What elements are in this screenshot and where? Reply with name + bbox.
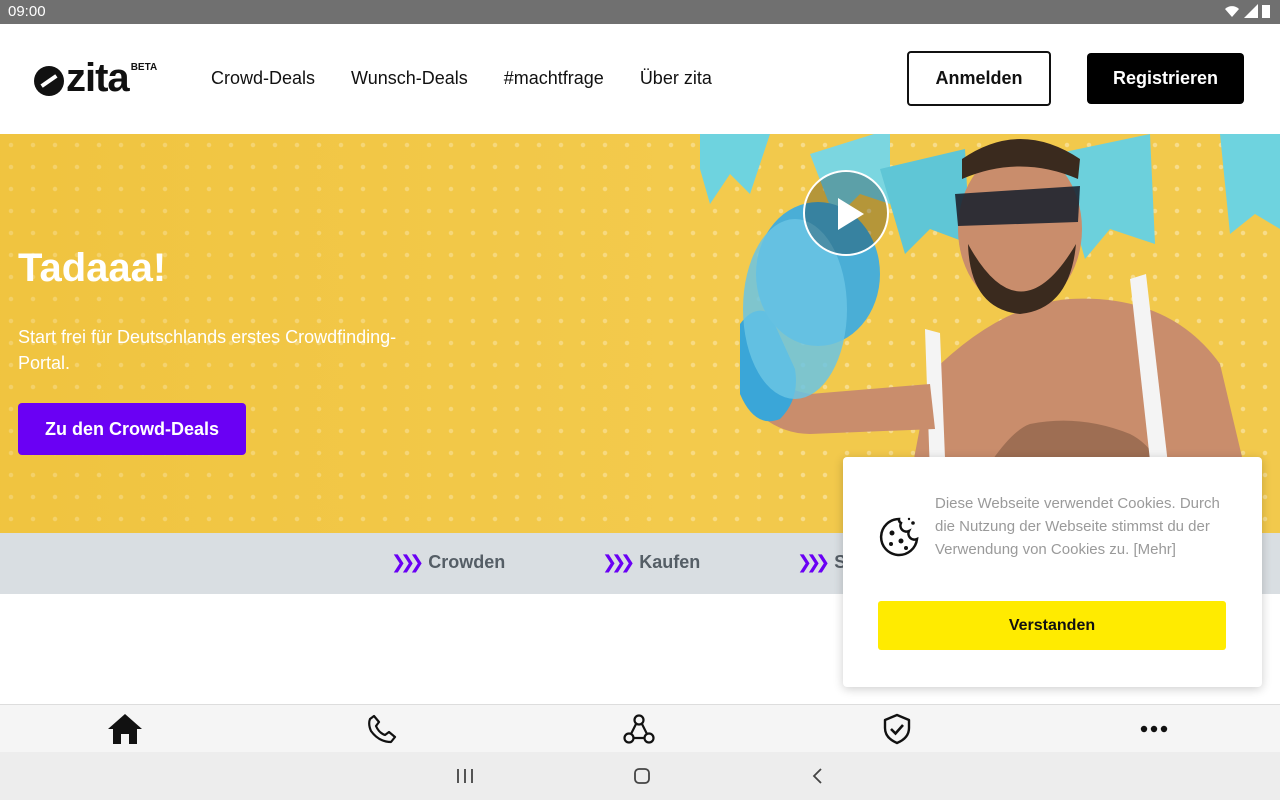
- logo-text: zita: [66, 56, 130, 100]
- crowd-deals-cta-button[interactable]: Zu den Crowd-Deals: [18, 403, 246, 455]
- nav-wunsch-deals[interactable]: Wunsch-Deals: [351, 68, 468, 89]
- home-button-icon[interactable]: [630, 764, 654, 788]
- triple-chevron-icon: ❯❯❯: [797, 552, 830, 572]
- nav-crowd-deals[interactable]: Crowd-Deals: [211, 68, 315, 89]
- play-video-icon[interactable]: [803, 170, 889, 256]
- cookie-icon: [879, 517, 919, 557]
- bottom-app-nav: [0, 704, 1280, 752]
- wifi-icon: [1225, 6, 1239, 17]
- system-nav-bar: [0, 752, 1280, 800]
- network-icon[interactable]: [621, 711, 657, 747]
- register-button[interactable]: Registrieren: [1087, 53, 1244, 104]
- home-icon[interactable]: [107, 711, 143, 747]
- feature-kaufen: ❯❯❯ Kaufen: [602, 552, 700, 573]
- signal-icon: [1244, 4, 1258, 18]
- recents-icon[interactable]: [453, 764, 477, 788]
- beta-badge: BETA: [130, 62, 158, 73]
- zita-logo-icon: [34, 66, 64, 96]
- status-bar: 09:00: [0, 0, 1280, 24]
- cookie-accept-button[interactable]: Verstanden: [878, 601, 1226, 650]
- triple-chevron-icon: ❯❯❯: [391, 552, 424, 572]
- site-header: zita BETA Crowd-Deals Wunsch-Deals #mach…: [0, 24, 1280, 134]
- back-icon[interactable]: [806, 764, 830, 788]
- status-icons: [1224, 4, 1270, 18]
- nav-machtfrage[interactable]: #machtfrage: [504, 68, 604, 89]
- cookie-text[interactable]: Diese Webseite verwendet Cookies. Durch …: [935, 492, 1235, 561]
- login-button[interactable]: Anmelden: [907, 51, 1051, 106]
- hero-title: Tadaaa!: [18, 246, 167, 290]
- more-icon[interactable]: [1136, 711, 1172, 747]
- feature-label: Kaufen: [639, 552, 701, 572]
- cookie-banner: Diese Webseite verwendet Cookies. Durch …: [843, 457, 1262, 687]
- shield-check-icon[interactable]: [879, 711, 915, 747]
- triple-chevron-icon: ❯❯❯: [602, 552, 635, 572]
- hero-subtitle: Start frei für Deutschlands erstes Crowd…: [18, 327, 397, 373]
- status-time: 09:00: [8, 3, 46, 20]
- nav-ueber-zita[interactable]: Über zita: [640, 68, 712, 89]
- main-nav: Crowd-Deals Wunsch-Deals #machtfrage Übe…: [211, 68, 712, 89]
- feature-label: Crowden: [428, 552, 506, 572]
- battery-icon: [1262, 5, 1270, 18]
- feature-crowden: ❯❯❯ Crowden: [391, 552, 505, 573]
- phone-icon[interactable]: [364, 711, 400, 747]
- zita-logo[interactable]: zita BETA: [34, 56, 158, 100]
